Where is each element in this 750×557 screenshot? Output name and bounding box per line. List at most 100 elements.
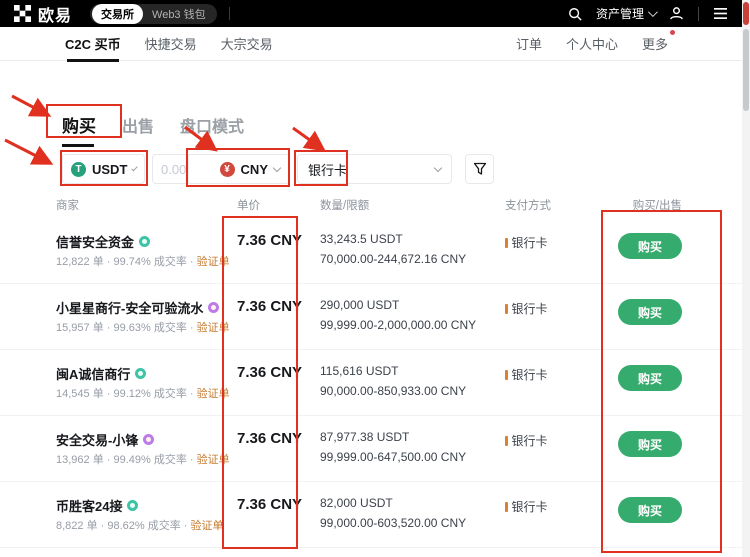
merchant-stats-text: 15,957 单 · 99.63% 成交率 · bbox=[56, 322, 197, 334]
chevron-down-icon bbox=[132, 164, 138, 170]
merchant-name-wrap[interactable]: 安全交易-小锋 bbox=[56, 430, 154, 449]
scrollbar-thumb[interactable] bbox=[743, 29, 749, 111]
merchant-name-wrap[interactable]: 小星星商行-安全可验流水 bbox=[56, 298, 219, 317]
price-cell: 7.36 CNY bbox=[237, 232, 302, 249]
col-merchant: 商家 bbox=[56, 197, 79, 213]
search-icon[interactable] bbox=[568, 7, 582, 21]
payment-method: 银行卡 bbox=[505, 234, 548, 251]
merchant-name: 信誉安全资金 bbox=[56, 232, 134, 251]
verified-badge: 验证单 bbox=[197, 454, 230, 466]
payment-select-value: 银行卡 bbox=[308, 160, 347, 179]
merchant-stats-text: 8,822 单 · 98.62% 成交率 · bbox=[56, 520, 191, 532]
asset-management-label: 资产管理 bbox=[596, 5, 644, 22]
payment-method: 银行卡 bbox=[505, 498, 548, 515]
logo-text: 欧易 bbox=[38, 2, 72, 26]
merchant-name-wrap[interactable]: 币胜客24接 bbox=[56, 496, 138, 515]
verified-badge: 验证单 bbox=[191, 520, 224, 532]
nav-block-trade[interactable]: 大宗交易 bbox=[221, 34, 273, 53]
buy-button[interactable]: 购买 bbox=[618, 431, 682, 457]
col-amount-limit: 数量/限额 bbox=[320, 197, 369, 213]
usdt-icon: T bbox=[71, 162, 86, 177]
tab-web3-wallet[interactable]: Web3 钱包 bbox=[143, 4, 215, 24]
verified-badge: 验证单 bbox=[197, 322, 230, 334]
control-divider bbox=[188, 154, 189, 184]
filter-button[interactable] bbox=[465, 154, 494, 184]
user-icon[interactable] bbox=[669, 6, 684, 21]
buy-button[interactable]: 购买 bbox=[618, 233, 682, 259]
amount-input[interactable] bbox=[153, 162, 187, 177]
merchant-name: 闽A诚信商行 bbox=[56, 364, 130, 383]
nav-more[interactable]: 更多 bbox=[642, 34, 668, 53]
merchant-badge-icon bbox=[143, 434, 154, 445]
payment-tag-icon bbox=[505, 370, 508, 380]
amount-filter: ¥ CNY bbox=[152, 154, 290, 184]
crypto-select-value: USDT bbox=[92, 162, 127, 177]
merchant-badge-icon bbox=[139, 236, 150, 247]
payment-method-label: 银行卡 bbox=[512, 432, 548, 449]
limit-cell: 99,000.00-603,520.00 CNY bbox=[320, 516, 466, 530]
merchant-stats-text: 13,962 单 · 99.49% 成交率 · bbox=[56, 454, 197, 466]
offer-list: 信誉安全资金 12,822 单 · 99.74% 成交率 · 验证单 7.36 … bbox=[0, 218, 742, 548]
payment-tag-icon bbox=[505, 304, 508, 314]
amount-cell: 82,000 USDT bbox=[320, 496, 393, 510]
buy-button[interactable]: 购买 bbox=[618, 299, 682, 325]
fiat-select[interactable]: ¥ CNY bbox=[211, 162, 289, 177]
chevron-down-icon bbox=[434, 163, 442, 171]
cny-icon: ¥ bbox=[220, 162, 235, 177]
amount-cell: 87,977.38 USDT bbox=[320, 430, 409, 444]
merchant-name: 币胜客24接 bbox=[56, 496, 122, 515]
tab-exchange[interactable]: 交易所 bbox=[92, 4, 143, 24]
merchant-name-wrap[interactable]: 闽A诚信商行 bbox=[56, 364, 146, 383]
crypto-select[interactable]: T USDT bbox=[62, 154, 145, 184]
merchant-stats-text: 12,822 单 · 99.74% 成交率 · bbox=[56, 256, 197, 268]
okx-logo[interactable]: 欧易 bbox=[14, 2, 72, 26]
table-row: 闽A诚信商行 14,545 单 · 99.12% 成交率 · 验证单 7.36 … bbox=[0, 350, 742, 416]
payment-tag-icon bbox=[505, 502, 508, 512]
nav-more-label: 更多 bbox=[642, 37, 668, 52]
payment-method-select[interactable]: 银行卡 bbox=[297, 154, 452, 184]
merchant-stats: 15,957 单 · 99.63% 成交率 · 验证单 bbox=[56, 319, 230, 335]
col-buy-sell: 购买/出售 bbox=[633, 197, 682, 213]
nav-profile[interactable]: 个人中心 bbox=[566, 34, 618, 53]
price-cell: 7.36 CNY bbox=[237, 430, 302, 447]
merchant-stats: 8,822 单 · 98.62% 成交率 · 验证单 bbox=[56, 517, 224, 533]
nav-orders[interactable]: 订单 bbox=[516, 34, 542, 53]
payment-method-label: 银行卡 bbox=[512, 300, 548, 317]
scrollbar[interactable] bbox=[742, 0, 750, 557]
nav-c2c-buy[interactable]: C2C 买币 bbox=[65, 34, 121, 53]
price-cell: 7.36 CNY bbox=[237, 298, 302, 315]
price-cell: 7.36 CNY bbox=[237, 364, 302, 381]
limit-cell: 70,000.00-244,672.16 CNY bbox=[320, 252, 466, 266]
menu-icon[interactable] bbox=[713, 7, 728, 20]
buy-button[interactable]: 购买 bbox=[618, 365, 682, 391]
fiat-select-value: CNY bbox=[241, 162, 268, 177]
table-header: 商家 单价 数量/限额 支付方式 购买/出售 bbox=[0, 197, 742, 217]
merchant-stats: 14,545 单 · 99.12% 成交率 · 验证单 bbox=[56, 385, 230, 401]
merchant-badge-icon bbox=[127, 500, 138, 511]
limit-cell: 99,999.00-647,500.00 CNY bbox=[320, 450, 466, 464]
top-app-bar: 欧易 交易所 Web3 钱包 资产管理 bbox=[0, 0, 742, 27]
buy-button[interactable]: 购买 bbox=[618, 497, 682, 523]
tab-sell[interactable]: 出售 bbox=[122, 113, 154, 137]
chevron-down-icon bbox=[273, 163, 281, 171]
header-divider bbox=[229, 7, 230, 20]
table-row: 小星星商行-安全可验流水 15,957 单 · 99.63% 成交率 · 验证单… bbox=[0, 284, 742, 350]
payment-method-label: 银行卡 bbox=[512, 234, 548, 251]
merchant-name-wrap[interactable]: 信誉安全资金 bbox=[56, 232, 150, 251]
verified-badge: 验证单 bbox=[197, 388, 230, 400]
price-cell: 7.36 CNY bbox=[237, 496, 302, 513]
payment-method-label: 银行卡 bbox=[512, 366, 548, 383]
limit-cell: 90,000.00-850,933.00 CNY bbox=[320, 384, 466, 398]
merchant-stats: 13,962 单 · 99.49% 成交率 · 验证单 bbox=[56, 451, 230, 467]
tab-orderbook-mode[interactable]: 盘口模式 bbox=[180, 113, 244, 137]
payment-tag-icon bbox=[505, 436, 508, 446]
payment-tag-icon bbox=[505, 238, 508, 248]
payment-method: 银行卡 bbox=[505, 366, 548, 383]
tab-buy[interactable]: 购买 bbox=[62, 112, 96, 137]
nav-quick-trade[interactable]: 快捷交易 bbox=[145, 34, 197, 53]
header-divider bbox=[698, 7, 699, 21]
amount-cell: 115,616 USDT bbox=[320, 364, 399, 378]
chevron-down-icon bbox=[648, 7, 658, 17]
asset-management-menu[interactable]: 资产管理 bbox=[596, 5, 655, 22]
amount-cell: 33,243.5 USDT bbox=[320, 232, 403, 246]
